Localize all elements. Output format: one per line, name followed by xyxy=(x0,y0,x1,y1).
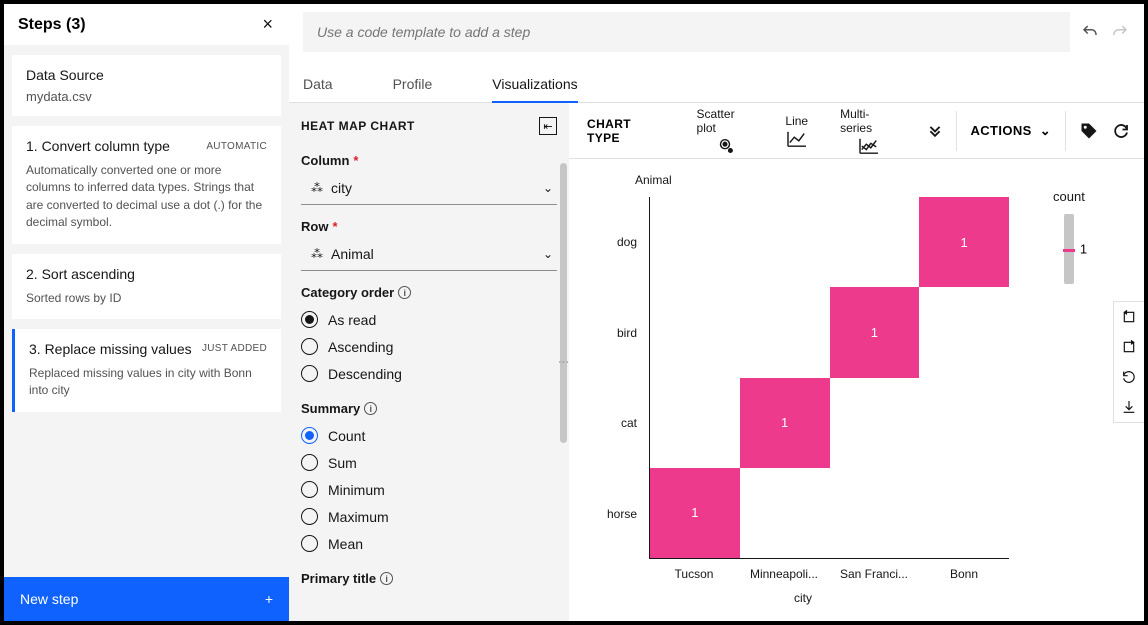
undo-icon[interactable] xyxy=(1080,22,1100,42)
y-tick: cat xyxy=(593,378,645,469)
chart-type-line[interactable]: Line xyxy=(769,114,824,148)
plus-icon: + xyxy=(265,591,273,607)
heatmap-cell[interactable] xyxy=(650,378,740,468)
tab-visualizations[interactable]: Visualizations xyxy=(492,66,577,102)
close-icon[interactable]: × xyxy=(262,14,273,35)
radio-count[interactable]: Count xyxy=(301,422,557,449)
refresh-icon[interactable] xyxy=(1112,122,1130,140)
heatmap-cell[interactable] xyxy=(740,468,830,558)
heatmap-cell[interactable]: 1 xyxy=(830,287,920,377)
legend: count 1 xyxy=(1053,189,1085,601)
chart-config-panel: HEAT MAP CHART ⇤ Column* ⁂city ⌄ Row* ⁂A… xyxy=(289,103,569,621)
data-source-card[interactable]: Data Source mydata.csv xyxy=(12,55,281,116)
radio-mean[interactable]: Mean xyxy=(301,530,557,557)
chart-type-scatter[interactable]: Scatter plot xyxy=(681,107,770,155)
chart-type-label: CHART TYPE xyxy=(569,117,681,145)
radio-sum[interactable]: Sum xyxy=(301,449,557,476)
code-template-input[interactable] xyxy=(303,12,1070,52)
step-item[interactable]: 2. Sort ascending Sorted rows by ID xyxy=(12,254,281,319)
chart-area: CHART TYPE Scatter plot Line xyxy=(569,103,1144,621)
heatmap-cell[interactable]: 1 xyxy=(650,468,740,558)
tab-data[interactable]: Data xyxy=(303,66,333,102)
heatmap-cell[interactable] xyxy=(830,378,920,468)
reset-icon[interactable] xyxy=(1114,362,1144,392)
scrollbar[interactable] xyxy=(560,163,567,443)
cluster-icon: ⁂ xyxy=(311,247,323,261)
download-icon[interactable] xyxy=(1114,392,1144,422)
heatmap-cell[interactable] xyxy=(830,468,920,558)
tag-icon[interactable] xyxy=(1080,122,1098,140)
radio-descending[interactable]: Descending xyxy=(301,360,557,387)
rotate-left-icon[interactable] xyxy=(1114,302,1144,332)
legend-scale[interactable]: 1 xyxy=(1064,214,1074,284)
radio-ascending[interactable]: Ascending xyxy=(301,333,557,360)
chevron-down-icon: ⌄ xyxy=(543,181,553,195)
chevron-down-icon: ⌄ xyxy=(543,247,553,261)
info-icon[interactable]: i xyxy=(364,402,377,415)
heatmap-cell[interactable]: 1 xyxy=(740,378,830,468)
radio-as-read[interactable]: As read xyxy=(301,306,557,333)
heatmap-cell[interactable] xyxy=(919,378,1009,468)
heatmap-cell[interactable] xyxy=(650,287,740,377)
x-tick: San Franci... xyxy=(829,567,919,581)
heatmap-cell[interactable] xyxy=(919,468,1009,558)
step-item[interactable]: 3. Replace missing values JUST ADDED Rep… xyxy=(12,329,281,412)
tab-profile[interactable]: Profile xyxy=(393,66,433,102)
config-title: HEAT MAP CHART xyxy=(301,119,415,133)
x-tick: Minneapoli... xyxy=(739,567,829,581)
x-axis-title: city xyxy=(794,591,812,605)
chart-type-multiseries[interactable]: Multi-series xyxy=(824,107,913,155)
redo-icon[interactable] xyxy=(1110,22,1130,42)
y-tick: dog xyxy=(593,197,645,288)
scatter-icon xyxy=(714,137,736,155)
steps-panel: Steps (3) × Data Source mydata.csv 1. Co… xyxy=(4,4,289,621)
x-tick: Tucson xyxy=(649,567,739,581)
main-tabs: Data Profile Visualizations xyxy=(289,66,1144,103)
info-icon[interactable]: i xyxy=(398,286,411,299)
heatmap-cell[interactable] xyxy=(919,287,1009,377)
chart-tools xyxy=(1113,301,1144,423)
collapse-icon[interactable]: ⇤ xyxy=(539,117,557,135)
y-axis-title: Animal xyxy=(635,173,672,187)
chevron-down-icon: ⌄ xyxy=(1040,123,1051,139)
actions-dropdown[interactable]: ACTIONS ⌄ xyxy=(956,123,1065,139)
heatmap-cell[interactable] xyxy=(830,197,920,287)
rotate-right-icon[interactable] xyxy=(1114,332,1144,362)
radio-maximum[interactable]: Maximum xyxy=(301,503,557,530)
column-select[interactable]: ⁂city ⌄ xyxy=(301,172,557,205)
cluster-icon: ⁂ xyxy=(311,181,323,195)
y-tick: horse xyxy=(593,469,645,560)
line-icon xyxy=(786,130,808,148)
data-source-value: mydata.csv xyxy=(26,89,267,104)
multiseries-icon xyxy=(858,137,880,155)
heatmap-cell[interactable] xyxy=(740,197,830,287)
chart-type-more[interactable] xyxy=(914,124,956,138)
radio-minimum[interactable]: Minimum xyxy=(301,476,557,503)
new-step-button[interactable]: New step + xyxy=(4,577,289,621)
resize-handle[interactable]: ⋮ xyxy=(557,357,569,368)
row-select[interactable]: ⁂Animal ⌄ xyxy=(301,238,557,271)
info-icon[interactable]: i xyxy=(380,572,393,585)
heatmap-cell[interactable] xyxy=(650,197,740,287)
steps-title: Steps (3) xyxy=(18,16,86,34)
heatmap-chart: Animal dog bird cat horse 1111 Tucson xyxy=(593,179,1013,599)
y-tick: bird xyxy=(593,288,645,379)
x-tick: Bonn xyxy=(919,567,1009,581)
step-item[interactable]: 1. Convert column type AUTOMATIC Automat… xyxy=(12,126,281,244)
heatmap-cell[interactable]: 1 xyxy=(919,197,1009,287)
data-source-label: Data Source xyxy=(26,67,267,83)
heatmap-cell[interactable] xyxy=(740,287,830,377)
